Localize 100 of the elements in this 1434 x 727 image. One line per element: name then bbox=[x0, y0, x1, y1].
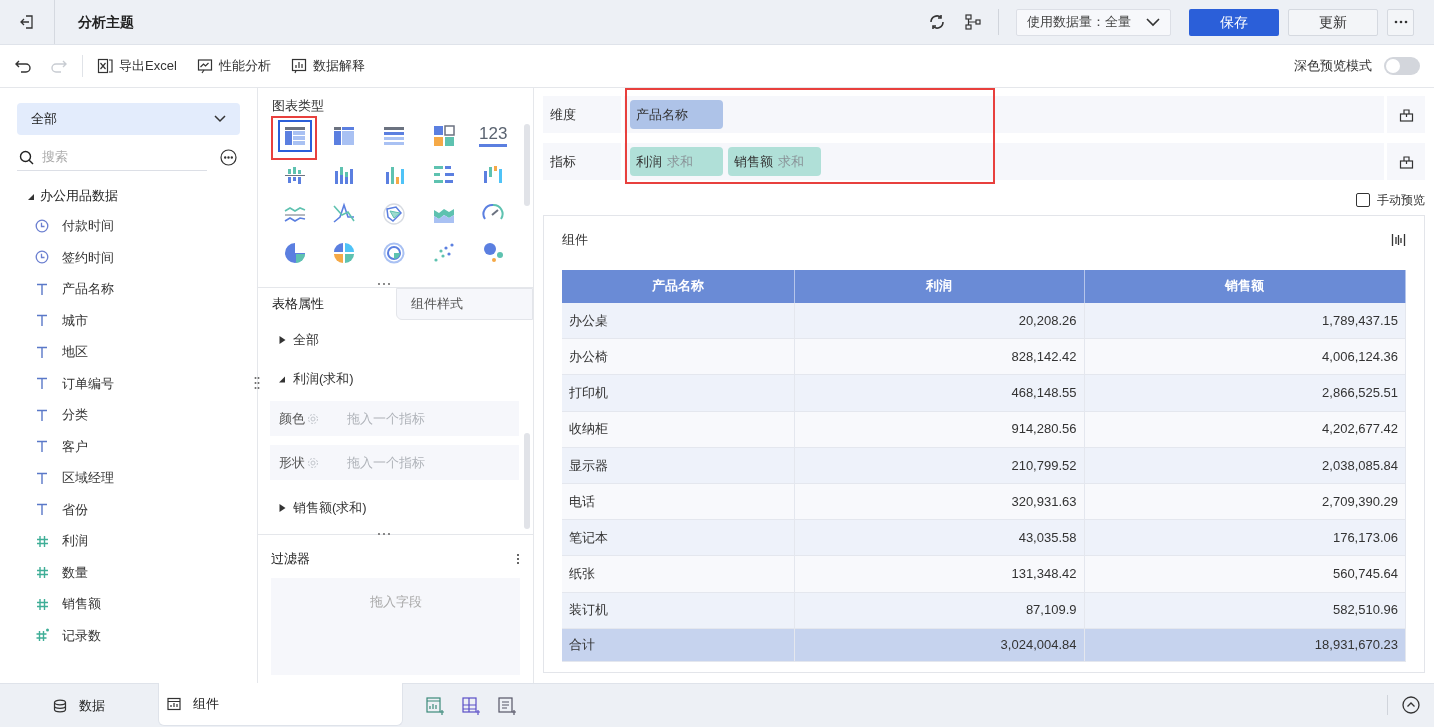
manual-preview-label: 手动预览 bbox=[1377, 192, 1425, 209]
clock-icon bbox=[35, 218, 49, 233]
tile-chart-icon bbox=[431, 123, 456, 148]
bottom-tab[interactable]: 数据 bbox=[0, 684, 158, 727]
field-item[interactable]: 订单编号 bbox=[62, 373, 114, 393]
table-cell: 笔记本 bbox=[562, 519, 794, 556]
table-cell: 131,348.42 bbox=[794, 555, 1084, 592]
table-cell: 收纳柜 bbox=[562, 411, 794, 448]
page-title: 分析主题 bbox=[78, 12, 134, 32]
search-field[interactable]: 搜索 bbox=[42, 147, 192, 167]
line-chart-icon bbox=[332, 201, 357, 226]
computed-number-icon bbox=[35, 628, 49, 643]
table-cell: 2,866,525.51 bbox=[1084, 374, 1406, 412]
table-cell: 打印机 bbox=[562, 374, 794, 412]
section-header[interactable]: 全部 bbox=[293, 329, 319, 350]
donut-chart-icon bbox=[382, 240, 406, 265]
field-item[interactable]: 销售额 bbox=[62, 594, 101, 614]
field-item[interactable]: 产品名称 bbox=[62, 279, 114, 299]
add-text-icon[interactable] bbox=[497, 695, 517, 716]
field-item[interactable]: 省份 bbox=[62, 499, 88, 519]
dataset-name[interactable]: 办公用品数据 bbox=[40, 186, 118, 206]
scrollbar-thumb[interactable] bbox=[524, 433, 530, 529]
table-cell: 纸张 bbox=[562, 555, 794, 592]
field-item[interactable]: 分类 bbox=[62, 405, 88, 425]
table-cell: 1,789,437.15 bbox=[1084, 302, 1406, 339]
field-item[interactable]: 签约时间 bbox=[62, 247, 114, 267]
table-cell: 468,148.55 bbox=[794, 374, 1084, 412]
table-cell: 560,745.64 bbox=[1084, 555, 1406, 592]
text-type-icon bbox=[35, 344, 49, 359]
shelf-drop-zone[interactable]: 产品名称 bbox=[624, 96, 1384, 133]
table-cell: 电话 bbox=[562, 483, 794, 520]
more-icon bbox=[1393, 20, 1408, 24]
table-cell: 4,202,677.42 bbox=[1084, 411, 1406, 448]
undo-icon[interactable] bbox=[14, 58, 32, 74]
field-item[interactable]: 数量 bbox=[62, 562, 88, 582]
number-type-icon bbox=[35, 596, 49, 611]
sort-icon[interactable] bbox=[1398, 154, 1414, 169]
chart-settings-icon[interactable] bbox=[1391, 232, 1406, 247]
chart-type-heading: 图表类型 bbox=[272, 97, 324, 115]
chevron-down-icon bbox=[1146, 17, 1160, 27]
drag-handle-icon[interactable] bbox=[254, 376, 260, 390]
field-item[interactable]: 记录数 bbox=[62, 625, 101, 645]
table-cell: 办公椅 bbox=[562, 338, 794, 375]
toolbar-button[interactable]: 性能分析 bbox=[196, 56, 271, 76]
chart-type-option[interactable] bbox=[277, 119, 312, 152]
drop-hint: 拖入字段 bbox=[369, 592, 422, 611]
table-cell: 18,931,670.23 bbox=[1084, 628, 1406, 662]
refresh-icon[interactable] bbox=[928, 13, 946, 31]
bottom-tab[interactable]: 组件 bbox=[158, 683, 403, 726]
number-type-icon bbox=[35, 565, 49, 580]
update-button[interactable]: 更新 bbox=[1288, 8, 1378, 36]
table-cell: 43,035.58 bbox=[794, 519, 1084, 556]
collapse-up-icon[interactable] bbox=[1402, 696, 1420, 714]
table-cell: 办公桌 bbox=[562, 302, 794, 339]
radar-chart-icon bbox=[382, 201, 406, 226]
add-table-icon[interactable] bbox=[461, 695, 481, 716]
flowchart-icon[interactable] bbox=[964, 13, 982, 31]
table-cell: 4,006,124.36 bbox=[1084, 338, 1406, 375]
property-tab[interactable]: 组件样式 bbox=[396, 288, 533, 320]
table-cell: 87,109.9 bbox=[794, 592, 1084, 629]
scope-dropdown[interactable]: 全部 bbox=[17, 103, 240, 135]
gear-icon bbox=[307, 456, 319, 469]
table-cell: 320,931.63 bbox=[794, 483, 1084, 520]
section-header[interactable]: 利润(求和) bbox=[293, 368, 354, 389]
shelf-drop-zone[interactable]: 利润 求和 销售额 求和 bbox=[624, 143, 1384, 180]
toolbar-button[interactable]: 导出Excel bbox=[97, 56, 177, 76]
text-type-icon bbox=[35, 470, 49, 485]
more-options-icon[interactable] bbox=[220, 149, 237, 166]
dark-preview-toggle[interactable] bbox=[1384, 57, 1420, 75]
field-item[interactable]: 利润 bbox=[62, 531, 88, 551]
clock-icon bbox=[35, 250, 49, 265]
save-button[interactable]: 保存 bbox=[1189, 8, 1279, 36]
table-cell: 582,510.96 bbox=[1084, 592, 1406, 629]
table-cell: 914,280.56 bbox=[794, 411, 1084, 448]
section-header[interactable]: 销售额(求和) bbox=[293, 497, 367, 518]
table-cell: 3,024,004.84 bbox=[794, 628, 1084, 662]
field-item[interactable]: 区域经理 bbox=[62, 468, 114, 488]
text-type-icon bbox=[35, 407, 49, 422]
data-amount-dropdown[interactable]: 使用数据量：全量 bbox=[1016, 8, 1171, 36]
caret-down-icon[interactable] bbox=[28, 192, 35, 200]
slot-label: 形状 bbox=[279, 453, 305, 472]
field-item[interactable]: 地区 bbox=[62, 342, 88, 362]
manual-preview-checkbox[interactable] bbox=[1356, 193, 1370, 207]
toolbar-button[interactable]: 数据解释 bbox=[290, 56, 365, 76]
field-pill[interactable]: 利润 求和 bbox=[630, 147, 723, 176]
scrollbar-thumb[interactable] bbox=[524, 124, 530, 206]
sort-icon[interactable] bbox=[1398, 107, 1414, 122]
monitor-chart-icon bbox=[196, 58, 213, 74]
pie-chart-icon bbox=[332, 240, 357, 265]
field-pill[interactable]: 销售额 求和 bbox=[728, 147, 821, 176]
chart-type-option[interactable]: 123 bbox=[476, 119, 511, 152]
table-cell: 20,208.26 bbox=[794, 302, 1084, 339]
field-item[interactable]: 城市 bbox=[62, 310, 88, 330]
field-item[interactable]: 付款时间 bbox=[62, 216, 114, 236]
add-chart-icon[interactable] bbox=[425, 695, 445, 716]
exit-icon[interactable] bbox=[19, 14, 35, 30]
field-item[interactable]: 客户 bbox=[62, 436, 88, 456]
text-type-icon bbox=[35, 313, 49, 328]
field-pill[interactable]: 产品名称 bbox=[630, 100, 723, 129]
more-vertical-icon[interactable] bbox=[516, 552, 520, 565]
